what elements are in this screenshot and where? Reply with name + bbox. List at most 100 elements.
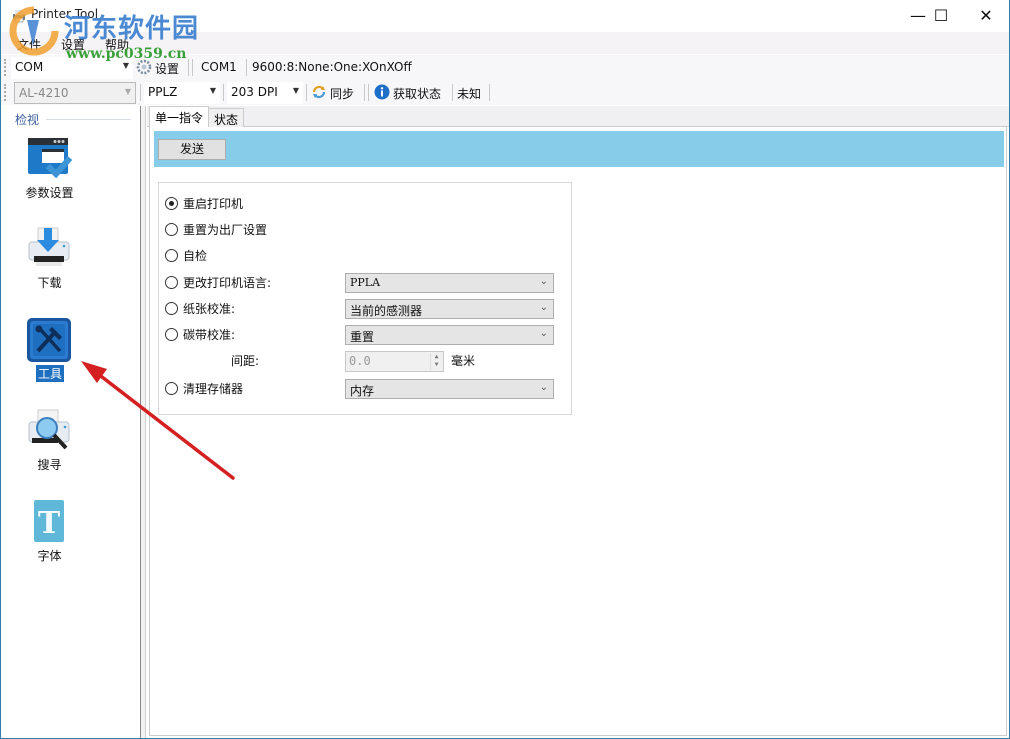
search-printer-icon <box>28 409 70 450</box>
toolbar-separator <box>489 84 490 101</box>
sidebar-item-tools[interactable]: 工具 <box>2 317 141 397</box>
connection-toolbar: COM ▼ 设置 COM1 9600:8:None:One:XOnXOff <box>1 55 1009 80</box>
option-change-language[interactable]: 更改打印机语言: <box>165 272 271 292</box>
ribbon-calibration-select[interactable]: 重置 ⌄ <box>345 325 554 345</box>
download-printer-icon <box>28 227 70 266</box>
radio-button[interactable] <box>165 381 178 395</box>
option-label: 更改打印机语言: <box>183 275 272 290</box>
paper-calibration-value: 当前的感测器 <box>350 304 423 318</box>
radio-button[interactable] <box>165 327 178 341</box>
sidebar-item-label: 字体 <box>37 549 62 563</box>
sidebar-item-download[interactable]: 下载 <box>2 226 141 306</box>
tools-icon <box>27 318 71 362</box>
command-options-group: 重启打印机 重置为出厂设置 自检 更改打印机语言: PPLA ⌄ 纸张校准: 当… <box>158 182 572 415</box>
option-paper-calibration[interactable]: 纸张校准: <box>165 298 235 318</box>
dpi-select[interactable]: 203 DPI ▼ <box>227 82 303 104</box>
close-button[interactable]: ✕ <box>963 0 1009 30</box>
option-restart-printer[interactable]: 重启打印机 <box>165 193 243 213</box>
chevron-down-icon: ⌄ <box>539 382 548 393</box>
port-type-select[interactable]: COM ▼ <box>11 57 133 79</box>
toolbar-separator <box>306 84 307 101</box>
sidebar-item-label: 参数设置 <box>25 186 74 200</box>
ribbon-calibration-value: 重置 <box>350 330 375 344</box>
language-select-value: PPLA <box>350 276 381 289</box>
toolbar-separator <box>368 84 369 101</box>
chevron-down-icon: ⌄ <box>539 276 548 287</box>
gear-icon <box>136 59 152 75</box>
toolbar-separator <box>140 84 141 101</box>
toolbar-separator <box>452 84 453 101</box>
dropdown-arrow-icon: ▼ <box>209 86 216 95</box>
option-ribbon-calibration[interactable]: 碳带校准: <box>165 324 235 344</box>
radio-button-checked[interactable] <box>165 196 178 210</box>
radio-button[interactable] <box>165 275 178 289</box>
tab-single-command[interactable]: 单一指令 <box>149 106 210 128</box>
language-select[interactable]: PPLA ⌄ <box>345 273 554 293</box>
option-clear-memory[interactable]: 清理存储器 <box>165 378 243 398</box>
menu-bar: 文件 设置 帮助 <box>1 32 1009 54</box>
toolbar-separator <box>192 59 193 76</box>
toolbar-separator <box>246 59 247 76</box>
close-icon: ✕ <box>979 5 993 25</box>
sync-icon <box>312 85 326 99</box>
toolbar-separator <box>364 84 365 101</box>
tab-label: 单一指令 <box>155 111 204 125</box>
radio-button[interactable] <box>165 222 178 236</box>
single-command-panel: 发送 重启打印机 重置为出厂设置 自检 更改打印机语言: PPLA ⌄ 纸张校准… <box>149 127 1007 736</box>
command-action-bar: 发送 <box>154 131 1004 167</box>
maximize-icon: ☐ <box>933 5 949 25</box>
sidebar-item-label: 工具 <box>36 365 64 382</box>
menu-help[interactable]: 帮助 <box>105 36 129 53</box>
dropdown-arrow-icon: ▼ <box>124 87 131 96</box>
sidebar: 检视 参数设置 下载 工具 搜寻 T 字体 <box>2 106 141 738</box>
port-settings-button[interactable]: 设置 <box>155 60 179 77</box>
sidebar-header-divider <box>46 119 131 120</box>
dropdown-arrow-icon: ▼ <box>292 86 299 95</box>
option-label: 自检 <box>183 248 208 263</box>
tab-status[interactable]: 状态 <box>208 108 245 128</box>
option-label: 重置为出厂设置 <box>183 222 268 237</box>
option-label: 纸张校准: <box>183 301 236 316</box>
main-panel: 单一指令 状态 发送 重启打印机 重置为出厂设置 自检 更改打印机语言: PPL… <box>147 106 1009 738</box>
toolbar-separator <box>188 59 189 76</box>
menu-settings[interactable]: 设置 <box>61 36 85 53</box>
title-bar: Printer Tool — ☐ ✕ <box>1 0 1009 32</box>
sidebar-item-parameters[interactable]: 参数设置 <box>2 136 141 216</box>
sidebar-item-fonts[interactable]: T 字体 <box>2 499 141 579</box>
maximize-button[interactable]: ☐ <box>918 0 964 30</box>
sidebar-item-search[interactable]: 搜寻 <box>2 408 141 488</box>
port-params-label: 9600:8:None:One:XOnXOff <box>252 60 412 74</box>
gap-value: 0.0 <box>349 354 371 368</box>
spinner-arrows-icon[interactable]: ▲ ▼ <box>430 353 442 370</box>
printer-language-select[interactable]: PPLZ ▼ <box>144 82 220 104</box>
sidebar-item-label: 搜寻 <box>37 458 62 472</box>
chevron-down-icon: ⌄ <box>539 302 548 313</box>
printer-model-select[interactable]: AL-4210 ▼ <box>14 82 136 104</box>
get-status-button[interactable]: 获取状态 <box>393 85 441 102</box>
printer-status-value: 未知 <box>457 87 482 101</box>
paper-calibration-select[interactable]: 当前的感测器 ⌄ <box>345 299 554 319</box>
option-label: 碳带校准: <box>183 327 236 342</box>
option-factory-reset[interactable]: 重置为出厂设置 <box>165 219 267 239</box>
chevron-down-icon: ⌄ <box>539 328 548 339</box>
toolbar-grip[interactable] <box>4 59 6 76</box>
port-type-value: COM <box>15 60 44 74</box>
gap-label: 间距: <box>231 354 260 368</box>
option-self-test[interactable]: 自检 <box>165 245 207 265</box>
panel-splitter[interactable] <box>141 106 146 738</box>
sidebar-header: 检视 <box>15 113 40 127</box>
gap-spinner[interactable]: 0.0 ▲ ▼ <box>345 351 444 372</box>
memory-select[interactable]: 内存 ⌄ <box>345 379 554 399</box>
radio-button[interactable] <box>165 248 178 262</box>
option-label: 清理存储器 <box>183 381 244 396</box>
dpi-value: 203 DPI <box>231 85 278 99</box>
printer-toolbar: AL-4210 ▼ PPLZ ▼ 203 DPI ▼ 同步 获取状态 未知 <box>1 80 1009 105</box>
menu-file[interactable]: 文件 <box>17 36 41 53</box>
radio-button[interactable] <box>165 301 178 315</box>
settings-window-icon <box>28 138 72 179</box>
app-printer-icon <box>13 10 25 23</box>
toolbar-grip[interactable] <box>4 84 6 101</box>
send-button[interactable]: 发送 <box>158 139 226 160</box>
sync-button[interactable]: 同步 <box>330 85 354 102</box>
memory-select-value: 内存 <box>350 384 375 398</box>
